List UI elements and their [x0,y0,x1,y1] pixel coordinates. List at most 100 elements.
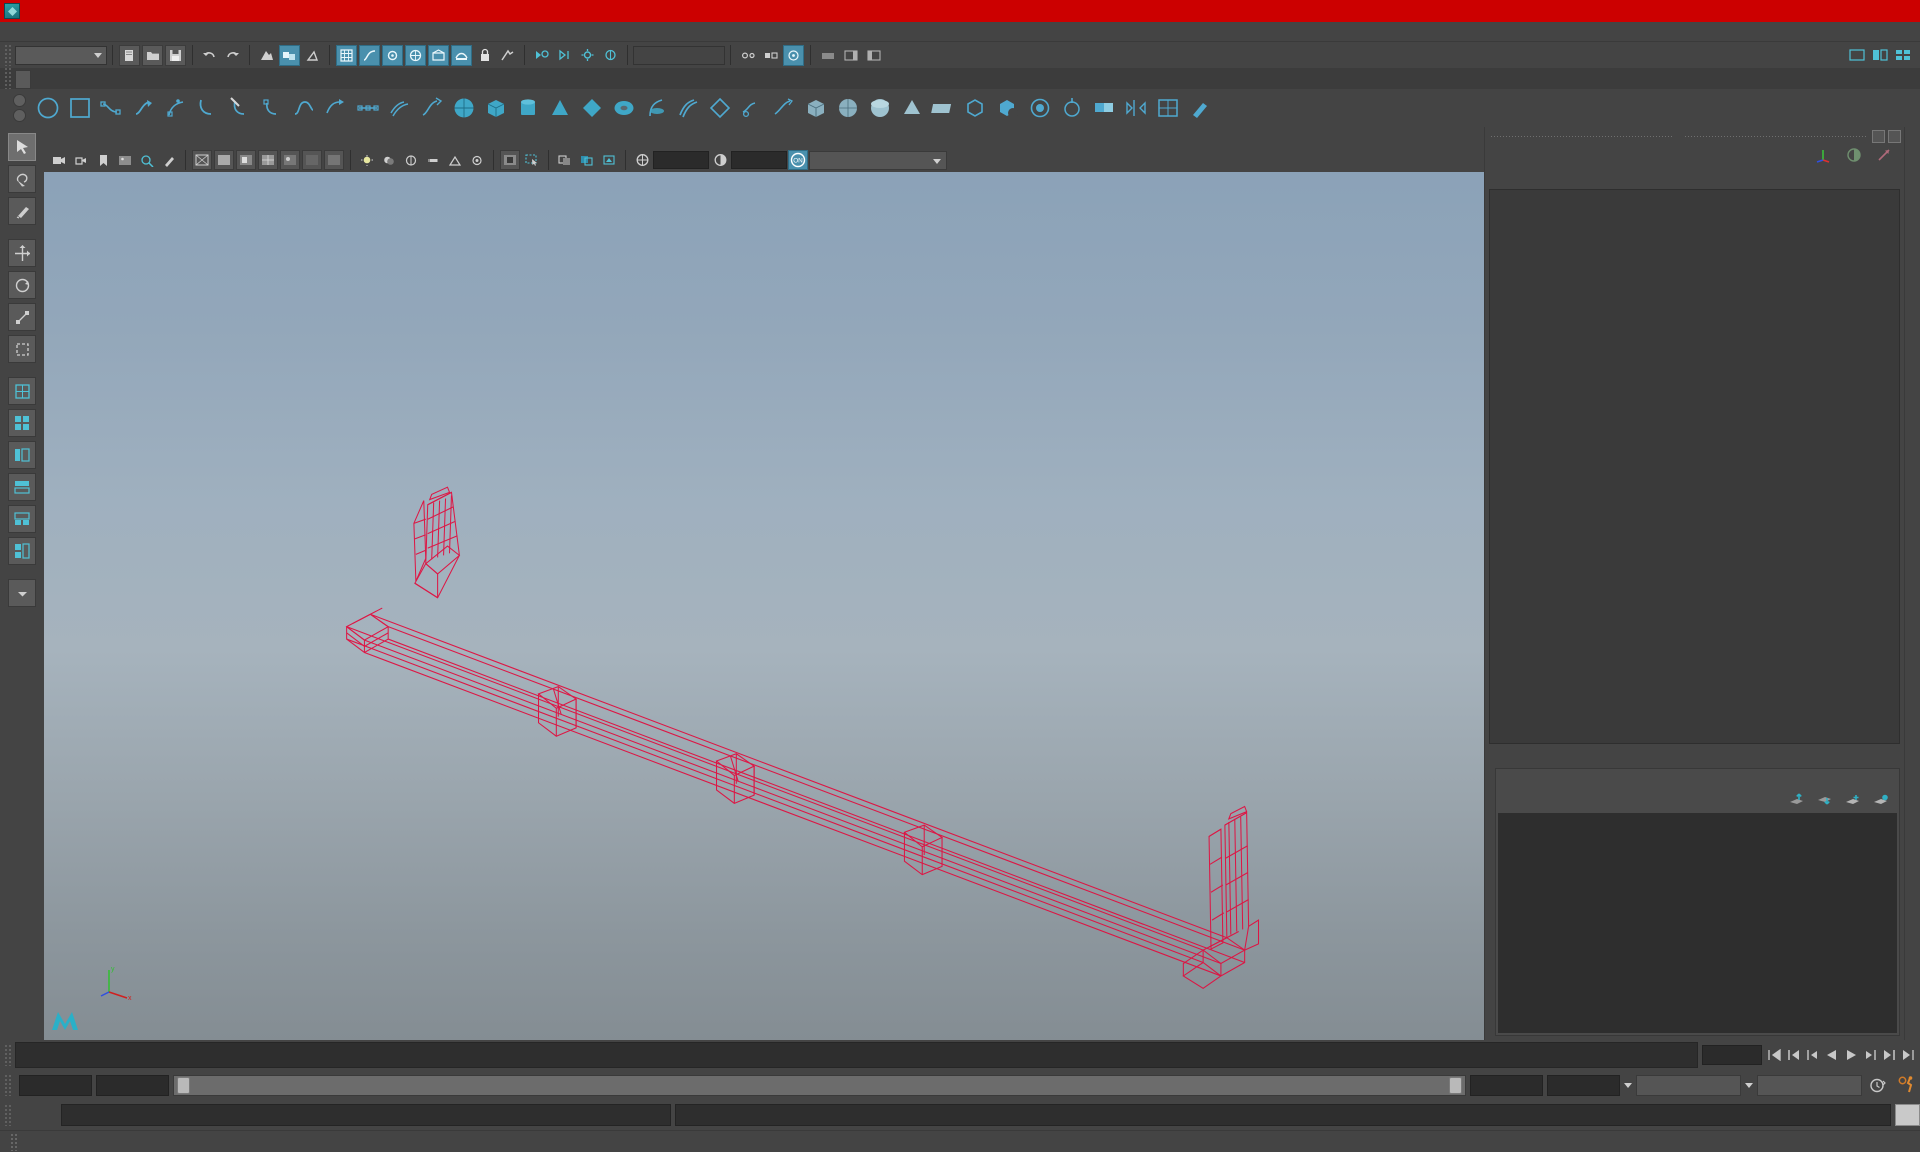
nurbs-cone-icon[interactable] [545,93,575,123]
isolate-select-arrow-icon[interactable] [522,150,542,170]
character-set-selector[interactable] [1757,1074,1862,1096]
polygon-cube-icon[interactable] [801,93,831,123]
attach-curves-icon[interactable] [225,93,255,123]
sculpt-tool-icon[interactable] [1057,93,1087,123]
polygon-plane-icon[interactable] [929,93,959,123]
shelf-settings-icon[interactable] [12,109,26,122]
layout-outliner-persp-button[interactable] [8,441,36,469]
animation-end-field[interactable] [1470,1074,1543,1096]
nurbs-square-icon[interactable] [65,93,95,123]
select-by-object-type-button[interactable] [279,44,300,66]
undo-button[interactable] [199,45,220,66]
exposure-reset-icon[interactable] [599,150,619,170]
uv-editor-icon[interactable] [1153,93,1183,123]
playback-start-field[interactable] [19,1074,92,1096]
input-connections-icon[interactable] [737,45,758,66]
align-curves-icon[interactable] [289,93,319,123]
cmdline-grip[interactable] [4,1104,12,1126]
image-plane-icon[interactable] [115,150,135,170]
snap-to-point-button[interactable] [382,44,403,66]
show-attribute-editor-icon[interactable] [863,45,884,66]
boolean-union-icon[interactable] [961,93,991,123]
new-layer-icon[interactable] [1872,793,1889,807]
gamma-icon[interactable] [710,150,730,170]
grease-pencil-icon[interactable] [159,150,179,170]
step-forward-key-icon[interactable] [1880,1046,1897,1064]
new-layer-from-selected-icon[interactable] [1844,793,1861,807]
render-current-frame-button[interactable] [531,45,552,66]
layout-four-view-button[interactable] [8,409,36,437]
move-layer-down-icon[interactable] [1816,793,1833,807]
step-forward-frame-icon[interactable] [1861,1046,1878,1064]
add-points-tool-icon[interactable] [161,93,191,123]
smooth-shade-all-icon[interactable] [214,150,234,170]
insert-knot-icon[interactable] [353,93,383,123]
snap-to-view-plane-button[interactable] [428,44,449,66]
range-end-handle[interactable] [1449,1076,1462,1094]
nurbs-plane-icon[interactable] [577,93,607,123]
curve-editing-tool-icon[interactable] [193,93,223,123]
paint-tool-icon[interactable] [1185,93,1215,123]
auto-keyframe-toggle[interactable] [1866,1077,1890,1094]
revolve-surface-icon[interactable] [641,93,671,123]
save-scene-button[interactable] [165,44,186,66]
nurbs-sphere-icon[interactable] [449,93,479,123]
render-settings-button[interactable] [577,45,598,66]
animation-preferences-button[interactable] [1894,1076,1920,1094]
isolate-select-icon[interactable] [500,150,520,170]
nurbs-cube-icon[interactable] [481,93,511,123]
rotate-tool-button[interactable] [8,271,36,299]
depth-of-field-icon[interactable] [467,150,487,170]
statusline-grip[interactable] [4,44,12,66]
character-set-chevron-icon[interactable] [1745,1082,1753,1088]
exposure-field[interactable] [653,151,709,169]
make-live-button[interactable] [451,44,472,66]
snap-to-grid-button[interactable] [336,44,357,66]
use-default-material-icon[interactable] [302,150,322,170]
offset-curve-icon[interactable] [385,93,415,123]
move-tool-button[interactable] [8,239,36,267]
graph-arrow-icon[interactable] [1876,147,1892,163]
workspace-split-icon[interactable] [1869,45,1890,66]
wireframe-shading-icon[interactable] [192,150,212,170]
open-scene-button[interactable] [142,44,163,66]
ep-curve-tool-icon[interactable] [97,93,127,123]
screen-space-ao-icon[interactable] [401,150,421,170]
range-bar[interactable] [173,1074,1466,1096]
polygon-sphere-icon[interactable] [833,93,863,123]
nurbs-circle-icon[interactable] [33,93,63,123]
detach-curves-icon[interactable] [257,93,287,123]
color-management-selector[interactable] [809,150,947,170]
select-camera-icon[interactable] [49,150,69,170]
helpline-grip[interactable] [10,1132,18,1151]
layer-list[interactable] [1498,813,1897,1033]
anim-layer-selector[interactable] [1636,1074,1741,1096]
select-tool-button[interactable] [8,133,36,161]
open-layer-editor-icon[interactable] [817,45,838,66]
play-backwards-icon[interactable] [1823,1046,1840,1064]
time-slider-track[interactable] [15,1042,1698,1068]
half-circle-icon[interactable] [1846,147,1862,163]
rebuild-curve-icon[interactable] [417,93,447,123]
live-surface-field[interactable] [633,45,725,65]
shadows-icon[interactable] [379,150,399,170]
minimize-button[interactable] [1785,0,1830,22]
pencil-curve-tool-icon[interactable] [129,93,159,123]
xray-joints-icon[interactable] [555,150,575,170]
layout-hypershade-persp-button[interactable] [8,473,36,501]
paint-selection-tool-button[interactable] [8,197,36,225]
more-layouts-button[interactable] [8,579,36,607]
motion-blur-icon[interactable] [423,150,443,170]
axis-marker-icon[interactable] [1814,147,1832,163]
color-management-toggle[interactable]: ON [788,150,808,170]
workspace-quad-icon[interactable] [1892,45,1913,66]
animation-start-field[interactable] [96,1074,169,1096]
xray-active-components-icon[interactable] [577,150,597,170]
script-editor-button[interactable] [1895,1104,1920,1126]
select-by-component-type-button[interactable] [302,45,323,66]
nurbs-torus-icon[interactable] [609,93,639,123]
shelf-list-icon[interactable] [12,94,26,107]
layout-persp-outliner-button[interactable] [8,537,36,565]
command-input-field[interactable] [61,1104,671,1126]
step-back-frame-icon[interactable] [1804,1046,1821,1064]
